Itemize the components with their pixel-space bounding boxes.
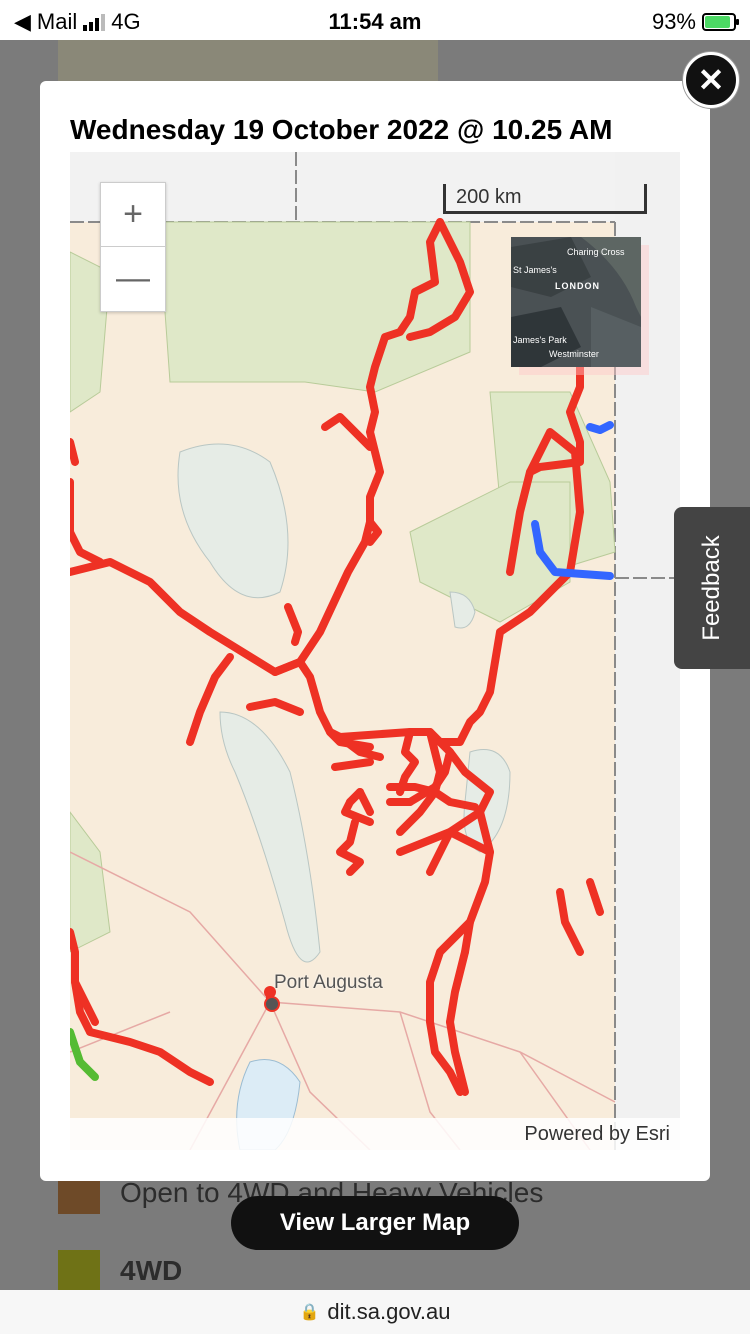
place-label-port-augusta: Port Augusta (274, 972, 383, 993)
modal-title: Wednesday 19 October 2022 @ 10.25 AM (70, 114, 613, 145)
scale-bar: 200 km (443, 184, 647, 214)
url-bar[interactable]: 🔒 dit.sa.gov.au (0, 1290, 750, 1334)
status-right: 93% (651, 9, 739, 35)
lock-icon: 🔒 (299, 1304, 320, 1321)
map-modal: Wednesday 19 October 2022 @ 10.25 AM + —… (40, 81, 710, 1181)
legend-item: 4WD (58, 1250, 182, 1292)
overview-label: James's Park (513, 335, 567, 345)
park-area (154, 221, 471, 393)
feedback-label: Feedback (698, 535, 725, 641)
status-time: 11:54 am (328, 9, 422, 34)
map-attribution[interactable]: Powered by Esri (70, 1118, 680, 1150)
overview-map[interactable]: Charing Cross St James's LONDON James's … (511, 237, 641, 367)
url-text: dit.sa.gov.au (327, 1299, 451, 1324)
map-view[interactable]: + — 200 km Charing Cross St James's LOND… (70, 152, 680, 1150)
legend-label: 4WD (120, 1255, 183, 1286)
overview-label: St James's (513, 265, 557, 275)
battery-charging-icon (702, 13, 739, 31)
zoom-control: + — (100, 182, 166, 312)
overview-label: Charing Cross (567, 247, 625, 257)
close-icon: ✕ (697, 62, 725, 98)
overview-label: Westminster (549, 349, 599, 359)
zoom-in-button[interactable]: + (101, 183, 165, 247)
close-button[interactable]: ✕ (683, 52, 739, 108)
zoom-out-button[interactable]: — (101, 247, 165, 310)
view-larger-map-button[interactable]: View Larger Map (231, 1196, 519, 1250)
overview-label: LONDON (555, 281, 600, 291)
battery-percent: 93% (651, 9, 696, 34)
feedback-tab[interactable]: Feedback (674, 507, 750, 669)
status-bar: ◀ Mail 4G 11:54 am 93% (0, 0, 750, 40)
legend-swatch (58, 1250, 100, 1292)
